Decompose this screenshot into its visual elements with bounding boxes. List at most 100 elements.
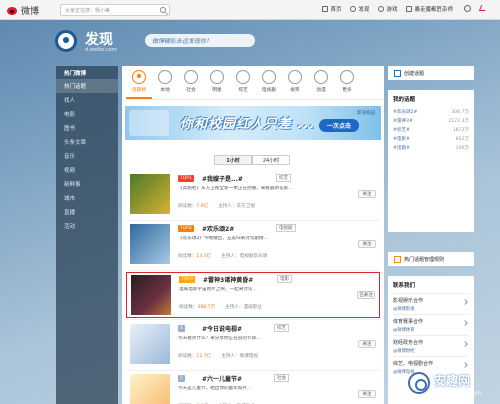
banner-button[interactable]: 一次点击 <box>318 119 359 132</box>
category-tab[interactable]: 电视剧 <box>256 66 282 99</box>
weibo-logo[interactable]: 微博 <box>6 4 39 17</box>
search-placeholder: 大家正在搜：杨小美 <box>65 7 111 14</box>
hot-topic-rules-link[interactable]: 热门话题管理规则 <box>388 252 474 266</box>
left-nav-item[interactable]: 图书 <box>56 121 118 135</box>
left-nav-item[interactable]: 直播 <box>56 205 118 219</box>
follow-button[interactable]: 关注 <box>358 240 376 248</box>
category-tab[interactable]: 话题榜 <box>126 66 152 99</box>
left-nav-item[interactable]: 视频 <box>56 163 118 177</box>
follow-button[interactable]: 关注 <box>358 340 376 348</box>
category-tab[interactable]: 动漫 <box>308 66 334 99</box>
follow-button[interactable]: 关注 <box>358 390 376 398</box>
topic-thumbnail[interactable] <box>130 374 170 404</box>
reads-label: 阅读数： <box>179 305 198 310</box>
topic-title[interactable]: #欢乐颂2# <box>202 224 234 233</box>
topic-title[interactable]: #我嫂子是...# <box>202 174 243 183</box>
category-tab[interactable]: 搞笑 <box>282 66 308 99</box>
my-topic-name: #电影# <box>393 136 410 142</box>
my-topic-count: 852万 <box>455 136 469 142</box>
follow-button[interactable]: 关注 <box>358 190 376 198</box>
left-nav-item[interactable]: 新鲜事 <box>56 177 118 191</box>
topic-tag: 社会 <box>274 374 289 382</box>
topic-thumbnail[interactable] <box>131 275 171 315</box>
topic-stats: 阅读数：12.7亿 主持人：微博电视 <box>178 353 258 359</box>
topic-title[interactable]: #今日说电视# <box>202 324 242 333</box>
my-topic-count: 100万 <box>455 145 469 151</box>
nav-discover[interactable]: 发现 <box>350 5 369 13</box>
my-topic-item[interactable]: #雷神3# 2122.3万 <box>393 116 469 125</box>
topic-row[interactable]: TOP2 #欢乐颂2# 电视剧 《欢乐颂2》今晚播出，五美归来讨论剧情... 阅读数：1… <box>126 222 380 271</box>
tab-24h[interactable]: 24小时 <box>252 155 290 165</box>
category-tab[interactable]: 更多 <box>334 66 360 99</box>
create-topic-button[interactable]: 创建话题 <box>388 66 474 80</box>
reads-count: 12.7亿 <box>196 354 212 359</box>
category-tab[interactable]: 综艺 <box>230 66 256 99</box>
category-icon <box>210 70 224 84</box>
discover-logo-icon <box>55 30 77 52</box>
contact-account[interactable]: @微博影视 <box>393 306 469 312</box>
topic-description: 今天是儿童节，晒出你的童年照片... <box>178 386 252 391</box>
topic-description: 今天看点什么？来分享你正在追的节目... <box>178 336 261 341</box>
left-nav-item[interactable]: 热门微博 <box>56 66 118 79</box>
topic-row[interactable]: TOP3 #雷神3诸神黄昏# 电影 漫威电影宇宙新片上映，一起来讨论... 阅读数：38… <box>126 272 380 320</box>
topic-description: 《奔跑吧》东方卫视全新一季正在热播，来看最新花絮... <box>178 186 293 191</box>
topic-host: 主持人：电视剧欢乐颂 <box>221 254 268 259</box>
topic-row[interactable]: TOP1 #我嫂子是...# 综艺 《奔跑吧》东方卫视全新一季正在热播，来看最新花絮.… <box>126 172 380 221</box>
topic-thumbnail[interactable] <box>130 174 170 214</box>
topic-tag: 综艺 <box>276 174 291 182</box>
left-nav-item[interactable]: 活动 <box>56 219 118 233</box>
promo-banner[interactable]: 你和校园红人只差 ... 一次点击 新浪校园 <box>125 106 381 140</box>
left-nav-item[interactable]: 音乐 <box>56 149 118 163</box>
contact-item[interactable]: 影视娱乐合作 @微博影视 <box>393 293 469 314</box>
contact-label: 财经政务合作 <box>393 340 424 346</box>
topic-thumbnail[interactable] <box>130 324 170 364</box>
category-label: 更多 <box>342 88 352 93</box>
my-topic-item[interactable]: #综艺# 1872万 <box>393 125 469 134</box>
nav-games[interactable]: 游戏 <box>378 5 397 13</box>
my-topic-item[interactable]: #欢乐颂2# 306.7万 <box>393 107 469 116</box>
nav-home[interactable]: 首页 <box>322 5 341 13</box>
topic-host: 主持人：东方卫视 <box>218 204 256 209</box>
left-nav-item[interactable]: 热门话题 <box>56 79 118 93</box>
left-nav-item[interactable]: 找人 <box>56 93 118 107</box>
my-topic-item[interactable]: #电影# 852万 <box>393 134 469 143</box>
logo-text: 微博 <box>21 7 40 17</box>
contact-label: 综艺、电视剧合作 <box>393 361 434 367</box>
rank-badge: 5 <box>178 375 185 382</box>
search-icon[interactable] <box>160 7 166 13</box>
tab-1h[interactable]: 1小时 <box>214 155 252 165</box>
contact-account[interactable]: @微博财经 <box>393 348 469 354</box>
topic-row[interactable]: 4 #今日说电视# 综艺 今天看点什么？来分享你正在追的节目... 阅读数：12.7亿 主… <box>126 322 380 371</box>
topic-title[interactable]: #雷神3诸神黄昏# <box>203 275 253 284</box>
topic-row[interactable]: 5#六一儿童节#社会今天是儿童节，晒出你的童年照片...阅读数：6.8亿主持人：… <box>126 372 380 404</box>
contact-item[interactable]: 体育赛事合作 @微博体育 <box>393 314 469 335</box>
watermark-text: 安趣网 <box>434 374 471 388</box>
contact-account[interactable]: @微博体育 <box>393 327 469 333</box>
compose-icon[interactable] <box>478 5 488 11</box>
contact-item[interactable]: 财经政务合作 @微博财经 <box>393 335 469 356</box>
slogan-badge: 微博精彩永远发现你！ <box>145 34 255 47</box>
follow-button[interactable]: 已关注 <box>357 291 375 299</box>
row-divider <box>126 220 380 221</box>
topic-thumbnail[interactable] <box>130 224 170 264</box>
category-icon <box>132 70 146 84</box>
topic-title[interactable]: #六一儿童节# <box>202 374 242 383</box>
left-nav-item[interactable]: 电影 <box>56 107 118 121</box>
my-topic-item[interactable]: #话题# 100万 <box>393 143 469 152</box>
category-tab[interactable]: 社会 <box>178 66 204 99</box>
category-label: 搞笑 <box>290 88 300 93</box>
reads-label: 阅读数： <box>178 204 197 209</box>
settings-icon[interactable] <box>464 5 471 12</box>
left-nav-item[interactable]: 城市 <box>56 191 118 205</box>
category-tab[interactable]: 本地 <box>152 66 178 99</box>
reads-count: 13.3亿 <box>196 254 212 259</box>
left-nav-item[interactable]: 头条文章 <box>56 135 118 149</box>
nav-user[interactable]: 暴走魔都匠杂师 <box>406 5 453 13</box>
search-input[interactable]: 大家正在搜：杨小美 <box>60 4 170 16</box>
left-nav: 热门微博 热门话题 找人 电影 图书 头条文章 音乐 视频 新鲜事 城市 直播 活动 <box>56 66 118 404</box>
page-title: 发现 <box>85 32 113 48</box>
category-tab[interactable]: 明星 <box>204 66 230 99</box>
topic-stats: 阅读数：388.7万 主持人：漫威影业 <box>179 304 262 310</box>
topic-tag: 电影 <box>277 275 292 283</box>
category-label: 电视剧 <box>261 88 277 93</box>
